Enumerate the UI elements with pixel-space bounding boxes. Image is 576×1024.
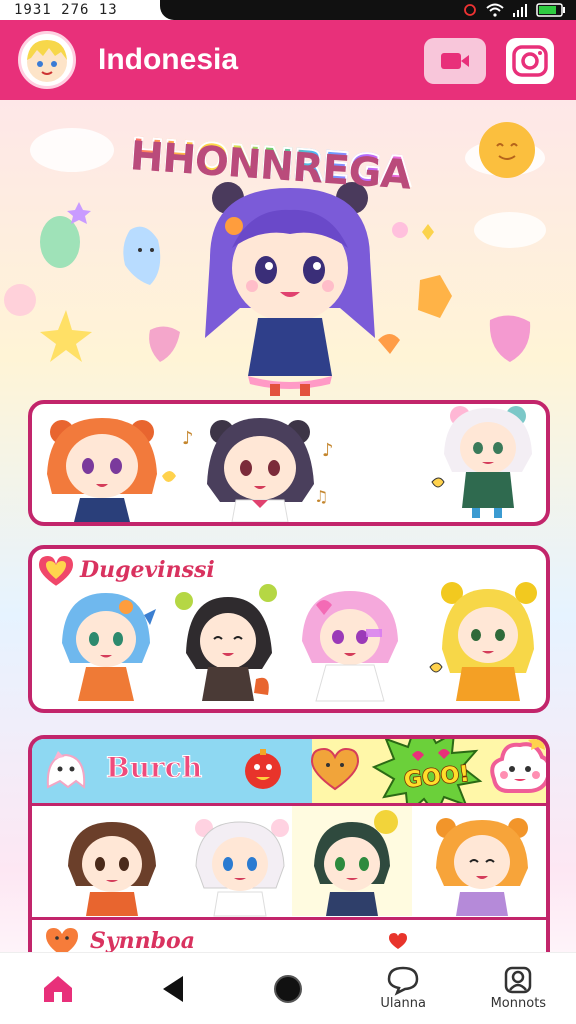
video-button[interactable] bbox=[424, 38, 486, 84]
sticker-pastel-girl[interactable] bbox=[444, 406, 532, 518]
svg-text:♪: ♪ bbox=[322, 440, 334, 461]
chat-icon bbox=[387, 966, 419, 996]
avatar-icon bbox=[27, 40, 67, 82]
nav-home[interactable] bbox=[18, 973, 98, 1005]
sticker-blue-girl[interactable] bbox=[62, 593, 156, 701]
sticker-brown-girl[interactable] bbox=[68, 822, 156, 916]
nav-home-circle[interactable] bbox=[248, 973, 328, 1005]
signal-icon bbox=[513, 4, 527, 17]
sticker-orange-hair-girl[interactable] bbox=[436, 818, 528, 916]
sticker-dark-girl[interactable] bbox=[207, 418, 314, 522]
sticker-row-2 bbox=[62, 582, 537, 702]
sticker-white-hair-girl[interactable] bbox=[195, 819, 289, 917]
profile-icon bbox=[505, 966, 532, 994]
sticker-blonde-girl[interactable] bbox=[441, 582, 537, 701]
back-icon bbox=[162, 975, 183, 1002]
sticker-row-1: ♪ ♪ ♫ bbox=[47, 406, 532, 522]
section-title-3: Burch bbox=[105, 751, 203, 785]
status-bar: 1931 276 13 bbox=[0, 0, 576, 20]
battery-icon bbox=[536, 3, 565, 17]
nav-chat[interactable]: Ulanna bbox=[363, 966, 443, 1011]
sticker-card-2[interactable]: Dugevinssi bbox=[28, 545, 550, 713]
status-time: 1931 276 13 bbox=[14, 2, 118, 18]
sticker-row-3 bbox=[32, 803, 546, 917]
alarm-icon bbox=[464, 4, 476, 16]
section-title-4: Synnboa bbox=[90, 928, 195, 954]
svg-text:♫: ♫ bbox=[314, 487, 328, 506]
svg-text:♪: ♪ bbox=[182, 428, 194, 449]
home-icon bbox=[43, 975, 72, 1002]
heart-face-icon bbox=[310, 747, 360, 791]
hero-banner: HHONNREGA bbox=[0, 100, 576, 400]
avatar[interactable] bbox=[18, 31, 76, 89]
pink-cloud-mascot-icon bbox=[490, 739, 546, 793]
sticker-row-3-art bbox=[68, 810, 528, 917]
nav-profile[interactable]: Monnots bbox=[478, 966, 558, 1011]
camera-icon bbox=[512, 45, 548, 77]
wifi-icon bbox=[486, 3, 504, 17]
app-bar: Indonesia bbox=[0, 20, 576, 100]
nav-back[interactable] bbox=[133, 974, 213, 1004]
sticker-black-hair-girl[interactable] bbox=[175, 584, 277, 701]
sticker-green-hair-boy[interactable] bbox=[314, 810, 398, 916]
status-icons bbox=[462, 3, 566, 17]
circle-icon bbox=[273, 974, 302, 1003]
video-icon bbox=[441, 53, 469, 69]
sticker-card-3[interactable]: Burch GOO! Synnboa bbox=[28, 735, 550, 965]
camera-button[interactable] bbox=[506, 38, 554, 84]
bottom-nav: Ulanna Monnots bbox=[0, 952, 576, 1024]
red-mascot-icon bbox=[245, 749, 281, 789]
ghost-sticker-icon bbox=[46, 751, 86, 789]
hero-character bbox=[205, 182, 375, 396]
nav-profile-label: Monnots bbox=[490, 996, 547, 1011]
sticker-pink-hair-girl[interactable] bbox=[302, 591, 398, 702]
sticker-card-1[interactable]: ♪ ♪ ♫ bbox=[28, 400, 550, 526]
small-heart-icon bbox=[389, 933, 407, 949]
nav-chat-label: Ulanna bbox=[380, 996, 426, 1011]
section-title-2: Dugevinssi bbox=[80, 557, 215, 583]
page-title: Indonesia bbox=[98, 43, 239, 76]
sticker-orange-girl[interactable] bbox=[47, 418, 157, 522]
